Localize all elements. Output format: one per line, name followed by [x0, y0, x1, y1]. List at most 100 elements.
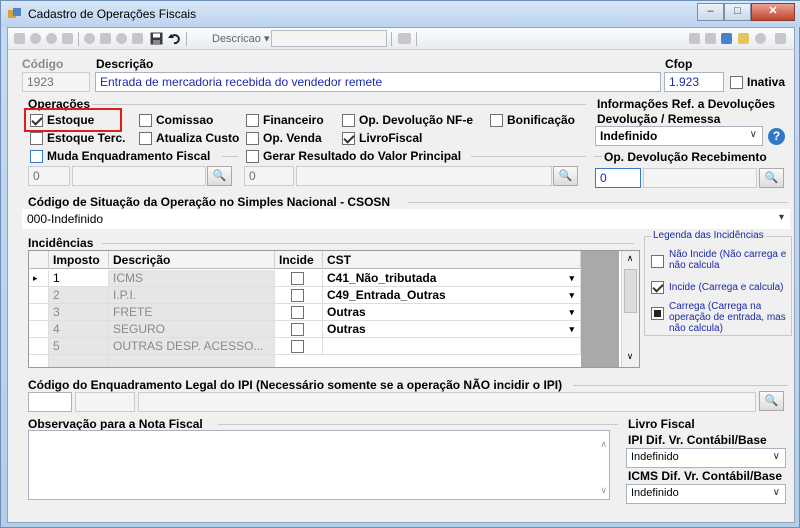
cancel-record-icon[interactable]	[132, 33, 143, 44]
cfop-field[interactable]: 1.923	[664, 72, 724, 92]
ipi-enquadramento-code[interactable]	[28, 392, 72, 412]
grid-vertical-scrollbar[interactable]: ∧ ∨	[621, 251, 639, 367]
col-descricao[interactable]: Descrição	[109, 251, 275, 269]
codigo-label: Código	[22, 57, 64, 71]
bonificacao-label: Bonificação	[507, 113, 576, 127]
gerar-resultado-checkbox[interactable]	[246, 150, 259, 163]
legend-carrega-text: Carrega (Carrega na operação de entrada,…	[669, 301, 786, 334]
op-devolucao-nfe-checkbox[interactable]	[342, 114, 355, 127]
table-row-descricao: I.P.I.	[109, 287, 275, 304]
financeiro-checkbox[interactable]	[246, 114, 259, 127]
muda-enquadramento-label: Muda Enquadramento Fiscal	[47, 149, 211, 163]
bonificacao-checkbox[interactable]	[490, 114, 503, 127]
incide-checkbox[interactable]	[291, 340, 304, 353]
main-window: Cadastro de Operações Fiscais ‒ □ ✕ Desc…	[0, 0, 800, 528]
scroll-up-icon[interactable]: ∧	[600, 439, 607, 450]
legend-incide-text: Incide (Carrega e calcula)	[669, 282, 784, 293]
estoque-terc-checkbox[interactable]	[30, 132, 43, 145]
calculator-icon[interactable]	[398, 33, 411, 44]
exit-icon[interactable]	[775, 33, 786, 44]
recebimento-desc	[643, 168, 757, 188]
dropdown-arrow-icon: ▾	[569, 273, 574, 283]
codigo-field[interactable]: 1923	[22, 72, 90, 92]
legend-incide-checkbox	[651, 281, 664, 294]
close-button[interactable]: ✕	[751, 3, 795, 21]
table-row-cst[interactable]: C41_Não_tributada ▾	[323, 270, 581, 287]
ipi-enquadramento-label: Código do Enquadramento Legal do IPI (Ne…	[28, 378, 563, 392]
minimize-button[interactable]: ‒	[697, 3, 724, 21]
table-row-cst[interactable]: Outras ▾	[323, 304, 581, 321]
user-icon[interactable]	[755, 33, 766, 44]
recebimento-code[interactable]: 0	[595, 168, 641, 188]
undo-icon[interactable]	[168, 32, 181, 45]
incidencias-grid: Imposto Descrição Incide CST ▸ 1 ICMS C4…	[28, 250, 640, 368]
last-record-icon[interactable]	[62, 33, 73, 44]
chevron-down-icon: ∨	[772, 451, 780, 462]
recebimento-label: Op. Devolução Recebimento	[604, 150, 767, 164]
scroll-thumb[interactable]	[624, 269, 637, 313]
table-row-descricao: OUTRAS DESP. ACESSO...	[109, 338, 275, 355]
ipi-dif-select[interactable]: Indefinido ∨	[626, 448, 786, 468]
filter-icon[interactable]	[705, 33, 716, 44]
atualiza-custo-label: Atualiza Custo	[156, 131, 240, 145]
comissao-checkbox[interactable]	[139, 114, 152, 127]
cfop-label: Cfop	[665, 57, 693, 71]
muda-enquadramento-code[interactable]: 0	[28, 166, 70, 186]
save-icon[interactable]	[150, 32, 163, 45]
window-title: Cadastro de Operações Fiscais	[28, 7, 197, 21]
devolucao-remessa-select[interactable]: Indefinido ∨	[595, 126, 763, 146]
help-icon[interactable]: ?	[768, 128, 785, 145]
table-row-descricao: FRETE	[109, 304, 275, 321]
incide-checkbox[interactable]	[291, 323, 304, 336]
first-record-icon[interactable]	[14, 33, 25, 44]
maximize-button[interactable]: □	[724, 3, 751, 21]
refresh-icon[interactable]	[721, 33, 732, 44]
op-devolucao-nfe-label: Op. Devolução NF-e	[359, 113, 474, 127]
previous-record-icon[interactable]	[30, 33, 41, 44]
report-icon[interactable]	[738, 33, 749, 44]
descricao-field[interactable]: Entrada de mercadoria recebida do vended…	[95, 72, 661, 92]
muda-enquadramento-checkbox[interactable]	[30, 150, 43, 163]
ipi-dif-value: Indefinido	[631, 451, 679, 463]
table-row-cst[interactable]: C49_Entrada_Outras ▾	[323, 287, 581, 304]
incide-checkbox[interactable]	[291, 289, 304, 302]
estoque-checkbox[interactable]	[30, 114, 43, 127]
binoculars-icon[interactable]: 🔍	[207, 166, 232, 186]
scroll-up-icon[interactable]: ∧	[623, 253, 637, 264]
scroll-down-icon[interactable]: ∨	[623, 351, 637, 362]
table-row-descricao: ICMS	[109, 270, 275, 287]
legend-carrega-checkbox	[651, 307, 664, 320]
search-field-combo[interactable]: Descricao ▾	[212, 29, 269, 49]
icms-dif-select[interactable]: Indefinido ∨	[626, 484, 786, 504]
binoculars-icon[interactable]: 🔍	[553, 166, 578, 186]
gerar-resultado-code[interactable]: 0	[244, 166, 294, 186]
estoque-terc-label: Estoque Terc.	[47, 131, 126, 145]
legend-not-incide-text: Não Incide (Não carrega e não calcula	[669, 249, 787, 271]
livro-fiscal-checkbox[interactable]	[342, 132, 355, 145]
binoculars-icon[interactable]: 🔍	[759, 391, 784, 411]
devolucao-remessa-value: Indefinido	[600, 129, 658, 143]
table-row-cst[interactable]	[323, 338, 581, 355]
binoculars-icon[interactable]: 🔍	[759, 168, 784, 188]
delete-record-icon[interactable]	[116, 33, 127, 44]
atualiza-custo-checkbox[interactable]	[139, 132, 152, 145]
next-record-icon[interactable]	[46, 33, 57, 44]
print-icon[interactable]	[689, 33, 700, 44]
table-row-cst[interactable]: Outras ▾	[323, 321, 581, 338]
incide-checkbox[interactable]	[291, 272, 304, 285]
col-incide[interactable]: Incide	[275, 251, 323, 269]
col-imposto[interactable]: Imposto	[49, 251, 109, 269]
search-input[interactable]	[271, 30, 387, 47]
dropdown-arrow-icon: ▾	[569, 324, 574, 334]
inativa-checkbox[interactable]	[730, 76, 743, 89]
table-row-imposto: 3	[49, 304, 109, 321]
incide-checkbox[interactable]	[291, 306, 304, 319]
new-record-icon[interactable]	[84, 33, 95, 44]
observacao-textarea[interactable]: ∧ ∨	[28, 430, 610, 500]
edit-record-icon[interactable]	[100, 33, 111, 44]
csosn-select[interactable]: 000-Indefinido ▾	[22, 209, 790, 229]
dropdown-arrow-icon: ▾	[569, 307, 574, 317]
op-venda-checkbox[interactable]	[246, 132, 259, 145]
col-cst[interactable]: CST	[323, 251, 581, 269]
scroll-down-icon[interactable]: ∨	[600, 485, 607, 496]
